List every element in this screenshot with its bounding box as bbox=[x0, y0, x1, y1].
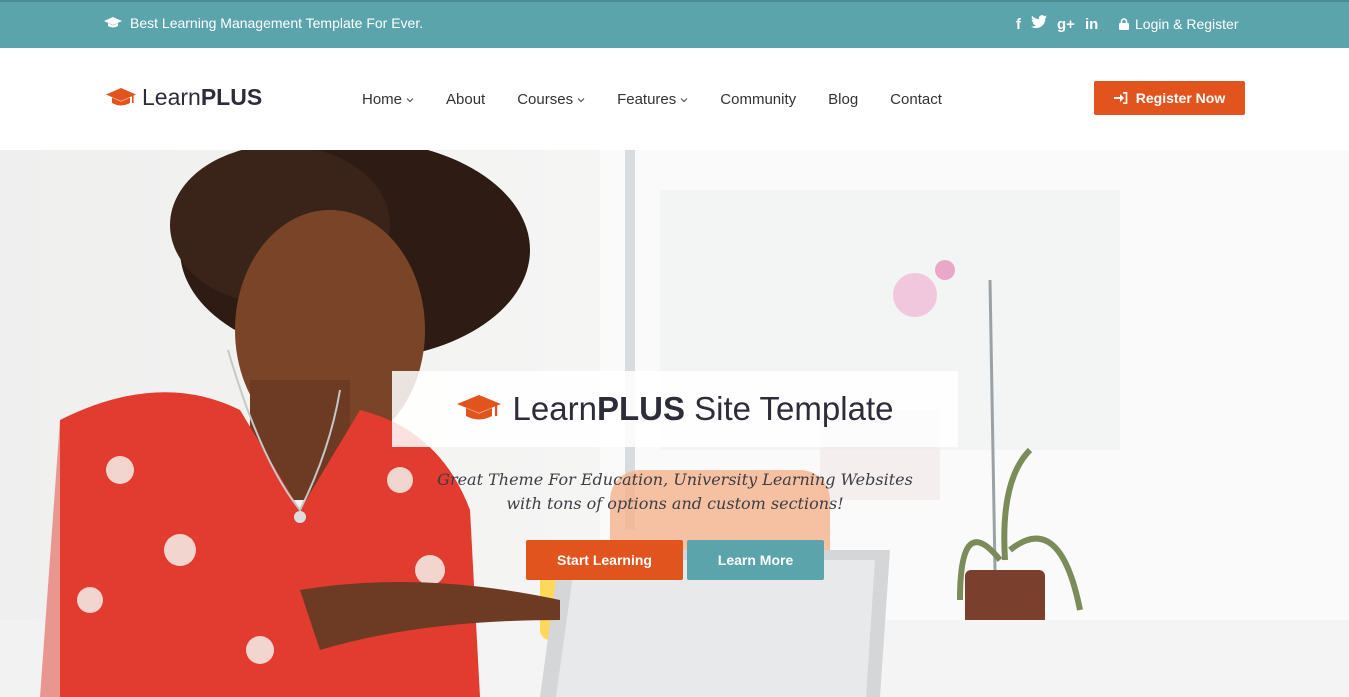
chevron-down-icon bbox=[680, 97, 688, 102]
nav-home-label: Home bbox=[362, 91, 403, 108]
chevron-down-icon bbox=[577, 97, 585, 102]
hero-subtitle-line1: Great Theme For Education, University Le… bbox=[437, 470, 913, 489]
hero-title-box: LearnPLUS Site Template bbox=[392, 371, 958, 447]
main-nav: Home About Courses Features Community Bl… bbox=[362, 91, 974, 108]
tagline-text: Best Learning Management Template For Ev… bbox=[130, 15, 424, 31]
social-links: f g+ in bbox=[1016, 15, 1098, 34]
learn-more-button[interactable]: Learn More bbox=[687, 540, 824, 580]
register-now-button[interactable]: Register Now bbox=[1094, 81, 1245, 115]
google-plus-icon[interactable]: g+ bbox=[1057, 16, 1075, 34]
nav-about-label: About bbox=[446, 91, 486, 108]
graduation-cap-icon bbox=[106, 87, 136, 105]
start-learning-button[interactable]: Start Learning bbox=[526, 540, 683, 580]
login-register-link[interactable]: Login & Register bbox=[1119, 16, 1239, 32]
nav-blog[interactable]: Blog bbox=[828, 91, 858, 108]
nav-courses-label: Courses bbox=[517, 91, 574, 108]
main-header: LearnPLUS Home About Courses Features Co… bbox=[0, 48, 1349, 150]
logo-text: LearnPLUS bbox=[142, 84, 263, 110]
login-register-label: Login & Register bbox=[1135, 16, 1239, 32]
nav-features[interactable]: Features bbox=[617, 91, 688, 108]
hero-subtitle-line2: with tons of options and custom sections… bbox=[506, 494, 844, 513]
nav-blog-label: Blog bbox=[828, 91, 859, 108]
nav-contact-label: Contact bbox=[890, 91, 942, 108]
facebook-icon[interactable]: f bbox=[1016, 16, 1021, 34]
lock-icon bbox=[1119, 18, 1129, 30]
hero-title: LearnPLUS Site Template bbox=[512, 390, 894, 427]
hero-section: LearnPLUS Site Template Great Theme For … bbox=[0, 150, 1349, 697]
twitter-icon[interactable] bbox=[1031, 15, 1047, 34]
nav-contact[interactable]: Contact bbox=[890, 91, 942, 108]
nav-features-label: Features bbox=[617, 91, 677, 108]
nav-community-label: Community bbox=[720, 91, 797, 108]
sign-in-icon bbox=[1113, 92, 1128, 104]
graduation-cap-icon bbox=[456, 395, 501, 420]
hero-subtitle: Great Theme For Education, University Le… bbox=[392, 468, 958, 516]
nav-about[interactable]: About bbox=[446, 91, 485, 108]
tagline: Best Learning Management Template For Ev… bbox=[104, 15, 423, 31]
top-bar: Best Learning Management Template For Ev… bbox=[0, 0, 1349, 48]
nav-home[interactable]: Home bbox=[362, 91, 414, 108]
site-logo[interactable]: LearnPLUS bbox=[106, 84, 262, 111]
chevron-down-icon bbox=[406, 97, 414, 102]
graduation-cap-icon bbox=[104, 17, 122, 28]
nav-community[interactable]: Community bbox=[720, 91, 796, 108]
register-now-label: Register Now bbox=[1135, 90, 1226, 106]
linkedin-icon[interactable]: in bbox=[1085, 16, 1098, 34]
nav-courses[interactable]: Courses bbox=[517, 91, 585, 108]
